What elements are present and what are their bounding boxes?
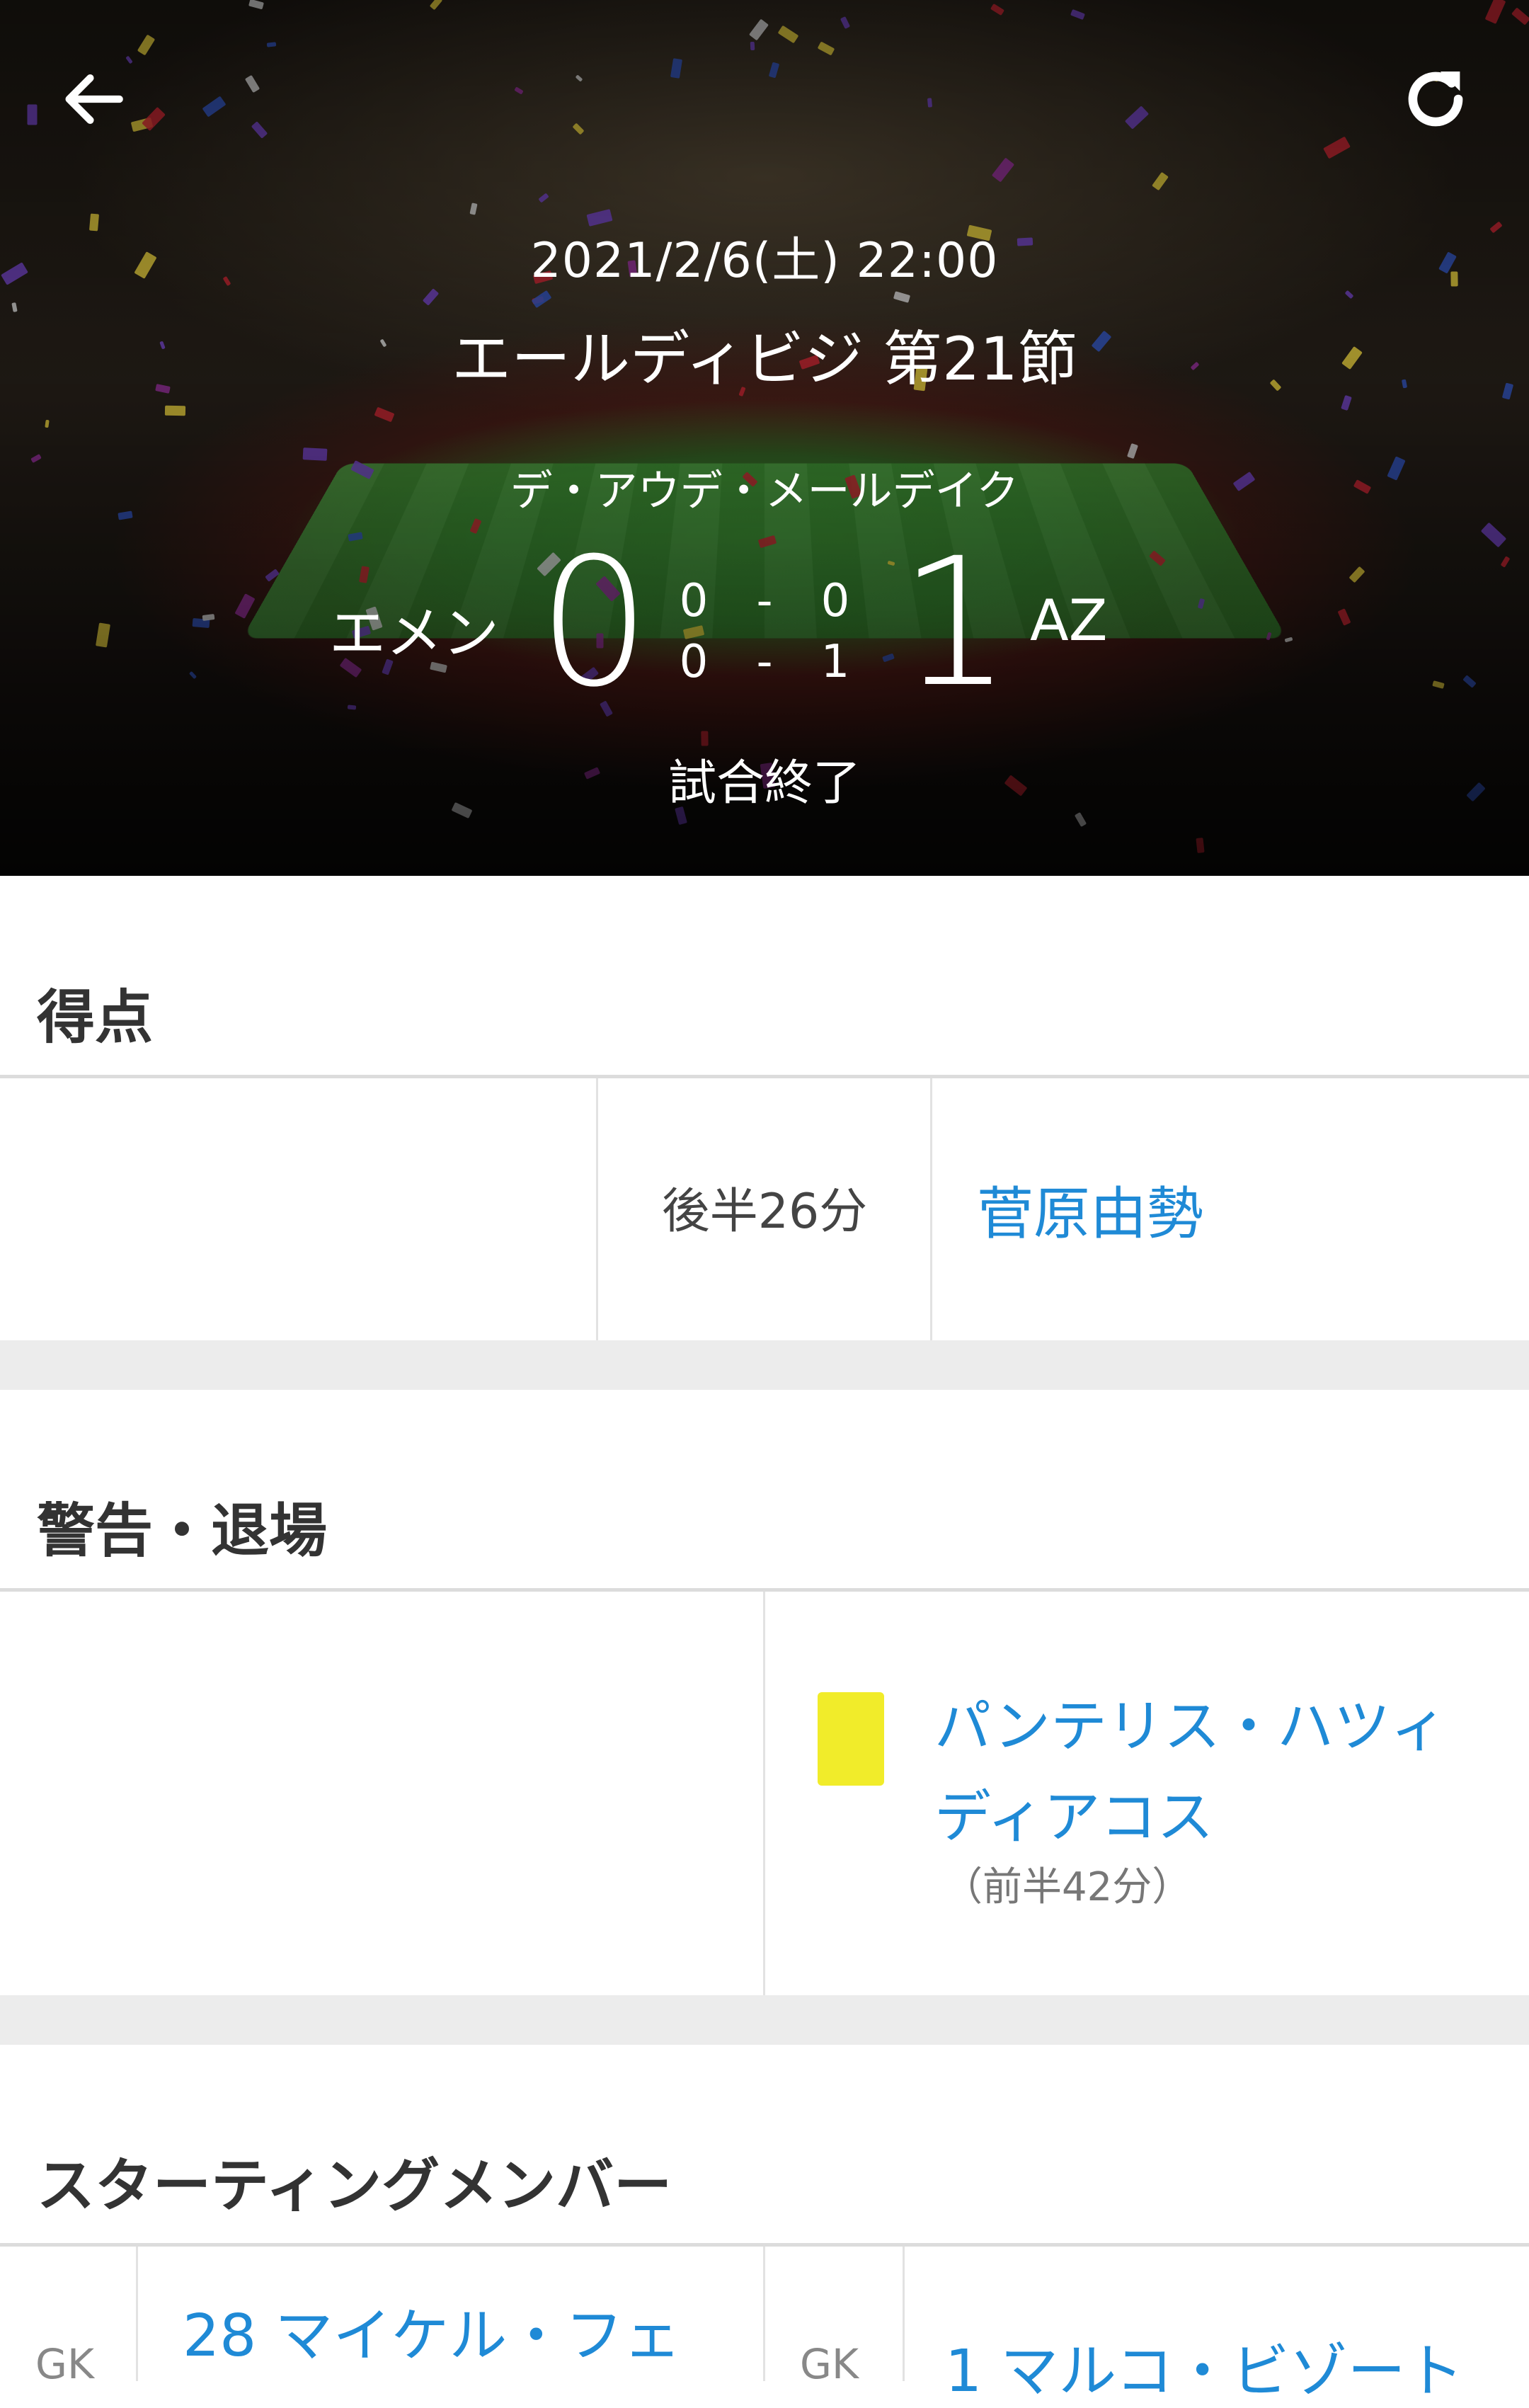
lineup-section-title: スターティングメンバー <box>37 2152 672 2220</box>
arrow-left-icon <box>65 74 123 124</box>
goal-time: 後半26分 <box>661 1184 868 1240</box>
card-time: （前半42分） <box>943 1864 1192 1910</box>
cards-section-title: 警告・退場 <box>37 1497 328 1565</box>
first-half-score: 0 - 0 <box>679 575 850 627</box>
away-score: 1 <box>899 520 1012 726</box>
match-status: 試合終了 <box>668 755 861 811</box>
refresh-icon <box>1408 72 1463 127</box>
carded-player-link[interactable]: パンテリス・ハツィディアコス <box>934 1682 1487 1863</box>
refresh-button[interactable] <box>1393 57 1478 142</box>
match-header: 2021/2/6(土) 22:00 エールディビジ 第21節 デ・アウデ・メール… <box>0 0 1529 876</box>
goal-scorer-link[interactable]: 菅原由勢 <box>977 1168 1203 1250</box>
second-half-score: 0 - 1 <box>679 636 850 688</box>
goals-section-title: 得点 <box>37 984 154 1051</box>
match-datetime: 2021/2/6(土) 22:00 <box>530 233 999 289</box>
back-button[interactable] <box>51 57 136 142</box>
half-scores: 0 - 0 0 - 1 <box>672 571 857 692</box>
away-team-name: AZ <box>1030 588 1108 654</box>
home-score: 0 <box>538 520 651 726</box>
home-lineup-player-link[interactable]: 28 マイケル・フェ <box>183 2288 681 2373</box>
league-round: エールディビジ 第21節 <box>452 324 1077 394</box>
home-team-name: エメン <box>329 600 499 666</box>
stadium-name: デ・アウデ・メールデイク <box>510 467 1019 516</box>
away-lineup-player-link[interactable]: 1 マルコ・ビゾート <box>945 2324 1464 2408</box>
yellow-card-icon <box>818 1692 884 1786</box>
